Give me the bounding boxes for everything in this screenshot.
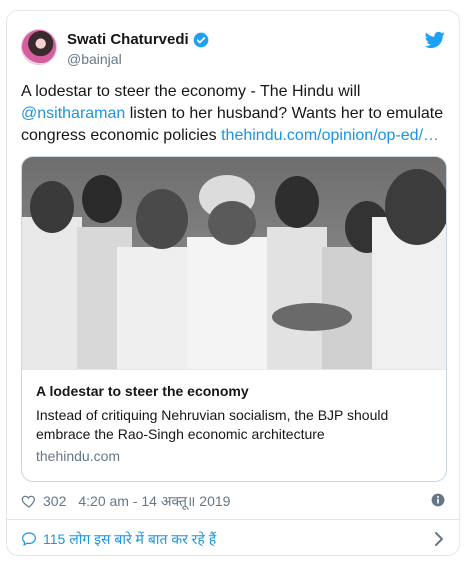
- author-name[interactable]: Swati Chaturvedi: [67, 31, 189, 48]
- twitter-bird-icon[interactable]: [425, 31, 445, 49]
- card-title[interactable]: A lodestar to steer the economy: [36, 382, 434, 400]
- avatar[interactable]: [21, 29, 57, 65]
- heart-icon[interactable]: [21, 493, 37, 509]
- replies-row[interactable]: 115 लोग इस बारे में बात कर रहे हैं: [21, 527, 445, 551]
- article-photo[interactable]: [22, 157, 446, 369]
- link-card-body[interactable]: A lodestar to steer the economy Instead …: [22, 369, 446, 481]
- like-count[interactable]: 302: [43, 493, 66, 509]
- author-name-row: Swati Chaturvedi: [67, 31, 209, 48]
- info-icon[interactable]: [431, 493, 445, 507]
- speech-bubble-icon: [22, 532, 36, 546]
- tweet-text-start: A lodestar to steer the economy - The Hi…: [21, 83, 361, 100]
- article-photo-image: [22, 157, 446, 369]
- tweet-header: Swati Chaturvedi @bainjal: [21, 29, 445, 73]
- chevron-right-icon[interactable]: [433, 531, 445, 547]
- link-card[interactable]: A lodestar to steer the economy Instead …: [21, 156, 447, 482]
- tweet-embed: Swati Chaturvedi @bainjal A lodestar to …: [6, 10, 460, 556]
- card-description: Instead of critiquing Nehruvian socialis…: [36, 407, 389, 442]
- timestamp[interactable]: 4:20 am - 14 अक्तू॥ 2019: [78, 492, 230, 511]
- divider: [7, 519, 459, 520]
- replies-label[interactable]: 115 लोग इस बारे में बात कर रहे हैं: [43, 530, 216, 549]
- tweet-meta: 302 4:20 am - 14 अक्तू॥ 2019: [21, 489, 445, 513]
- article-link[interactable]: thehindu.com/opinion/op-ed/…: [221, 127, 439, 144]
- verified-badge-icon: [193, 32, 209, 47]
- tweet-text: A lodestar to steer the economy - The Hi…: [21, 81, 449, 147]
- mention-link[interactable]: @nsitharaman: [21, 105, 125, 122]
- card-domain: thehindu.com: [36, 448, 121, 464]
- author-handle[interactable]: @bainjal: [67, 51, 122, 67]
